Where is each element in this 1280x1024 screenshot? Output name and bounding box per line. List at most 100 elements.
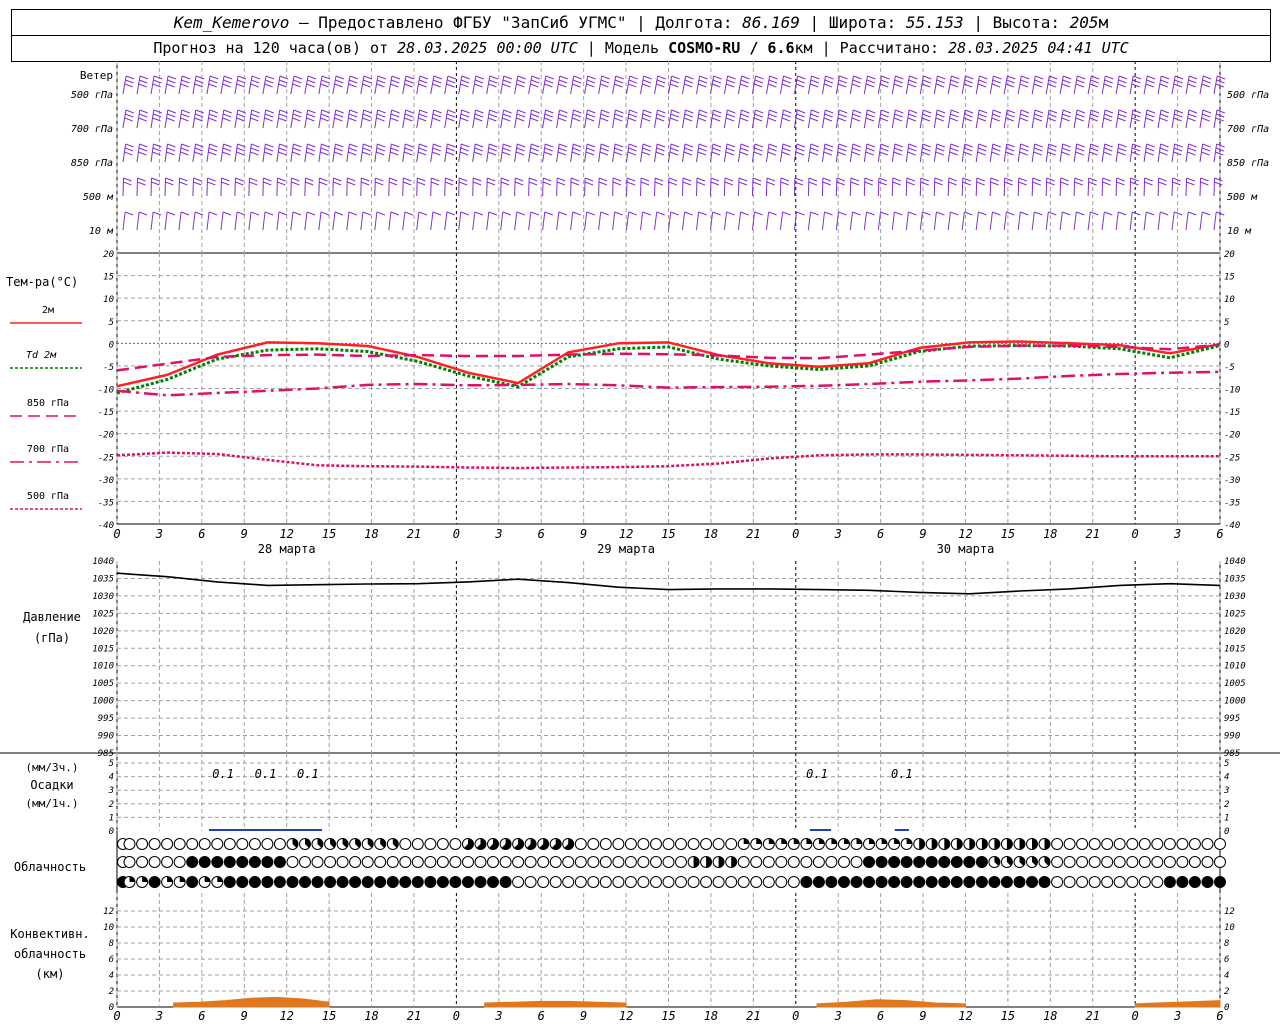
wind-barb-flag [193, 181, 202, 186]
wind-barb [1115, 211, 1119, 231]
wind-barb-flag [1187, 151, 1196, 156]
cloud-symbol [637, 838, 650, 850]
temp-xtick: 15 [1001, 527, 1015, 541]
temp-xtick: 3 [1173, 527, 1181, 541]
wind-barb-flag [1102, 177, 1111, 182]
wind-barb-flag [739, 117, 749, 122]
wind-barb-flag [753, 117, 763, 122]
wind-barb-flag [544, 117, 553, 122]
wind-barb [1185, 109, 1190, 129]
prec-ytick-left: 5 [109, 759, 114, 769]
wind-barb-flag [390, 211, 400, 216]
wind-barb-flag [460, 113, 470, 118]
cloud-symbol [236, 856, 249, 868]
wind-barb [626, 109, 630, 129]
wind-barb-flag [979, 75, 988, 80]
press-ytick-right: 1010 [1224, 662, 1246, 672]
wind-barb-flag [1130, 177, 1139, 182]
cloud-symbol [1051, 876, 1064, 888]
wind-barb-flag [950, 79, 959, 84]
wind-barb-flag [223, 143, 232, 148]
cloud-symbol [1163, 838, 1176, 850]
wind-barb-flag [1076, 143, 1085, 148]
wind-barb-flag [768, 83, 777, 88]
wind-barb-flag [710, 181, 720, 186]
wind-barb-flag [586, 211, 595, 216]
wind-barb-flag [935, 151, 944, 156]
wind-barb-flag [433, 109, 442, 114]
wind-barb-flag [837, 117, 847, 122]
cloud-symbol [812, 856, 825, 868]
conv-title-2: облачность [14, 947, 86, 961]
cloud-symbol [700, 876, 713, 888]
wind-barb [696, 211, 700, 231]
wind-barb [765, 143, 770, 163]
wind-barb [1031, 211, 1035, 231]
wind-barb-flag [1077, 75, 1086, 80]
wind-barb-flag [895, 75, 904, 80]
wind-barb-flag [670, 211, 679, 216]
wind-barb [682, 211, 686, 231]
wind-barb-flag [153, 75, 163, 80]
wind-barb [807, 109, 812, 129]
wind-barb-flag [628, 147, 637, 152]
wind-barb-flag [153, 113, 162, 118]
wind-barb [248, 177, 250, 197]
wind-barb-flag [179, 177, 188, 182]
wind-barb-flag [992, 79, 1001, 84]
wind-barb [430, 211, 434, 231]
wind-barb-flag [517, 143, 526, 148]
temp-ytick-right: -10 [1224, 386, 1240, 396]
wind-barb-flag [278, 147, 288, 152]
temp-xtick: 0 [453, 527, 460, 541]
wind-barb-flag [615, 109, 624, 114]
wind-barb-flag [908, 147, 917, 152]
wind-barb [891, 109, 896, 129]
wind-barb [444, 143, 448, 163]
wind-barb [556, 143, 560, 163]
wind-barb [514, 211, 518, 231]
wind-barb [696, 75, 701, 95]
conv-ytick-left: 4 [109, 971, 114, 981]
wind-barb [989, 143, 994, 163]
wind-barb-flag [488, 79, 498, 84]
wind-barb-flag [783, 109, 792, 114]
wind-barb-flag [195, 79, 204, 84]
wind-barb-flag [629, 75, 638, 80]
cloud-symbol [1101, 876, 1114, 888]
wind-barb-flag [264, 151, 273, 156]
wind-barb-flag [909, 75, 918, 80]
wind-barb [1143, 211, 1147, 231]
cloud-symbol [324, 856, 337, 868]
wind-barb [500, 143, 504, 163]
wind-barb-flag [542, 181, 552, 186]
wind-barb-flag [321, 143, 330, 148]
wind-barb-flag [1188, 211, 1197, 216]
wind-barb-flag [585, 151, 595, 156]
wind-barb [584, 109, 588, 129]
wind-barb-flag [864, 181, 873, 186]
cloud-symbol [374, 876, 387, 888]
wind-barb-flag [992, 211, 1001, 216]
wind-barb-flag [473, 177, 482, 182]
wind-barb [612, 109, 616, 129]
wind-barb-flag [126, 75, 135, 80]
press-ytick-left: 1040 [92, 557, 114, 567]
wind-barb-flag [796, 113, 805, 118]
temp-ytick-left: -25 [98, 453, 114, 463]
wind-barb-flag [236, 147, 246, 152]
cloud-symbol [1126, 838, 1139, 850]
wind-barb-flag [249, 177, 258, 182]
wind-barb [1157, 109, 1162, 129]
wind-barb [584, 143, 588, 163]
wind-barb-flag [195, 75, 205, 80]
wind-barb-flag [811, 109, 820, 114]
wind-barb [682, 177, 684, 197]
press-ytick-right: 995 [1224, 714, 1240, 724]
wind-barb [290, 109, 295, 129]
wind-barb [668, 177, 670, 197]
wind-barb [863, 177, 866, 197]
wind-barb [192, 177, 194, 197]
wind-barb [1213, 75, 1218, 95]
temp-xtick: 0 [792, 527, 799, 541]
